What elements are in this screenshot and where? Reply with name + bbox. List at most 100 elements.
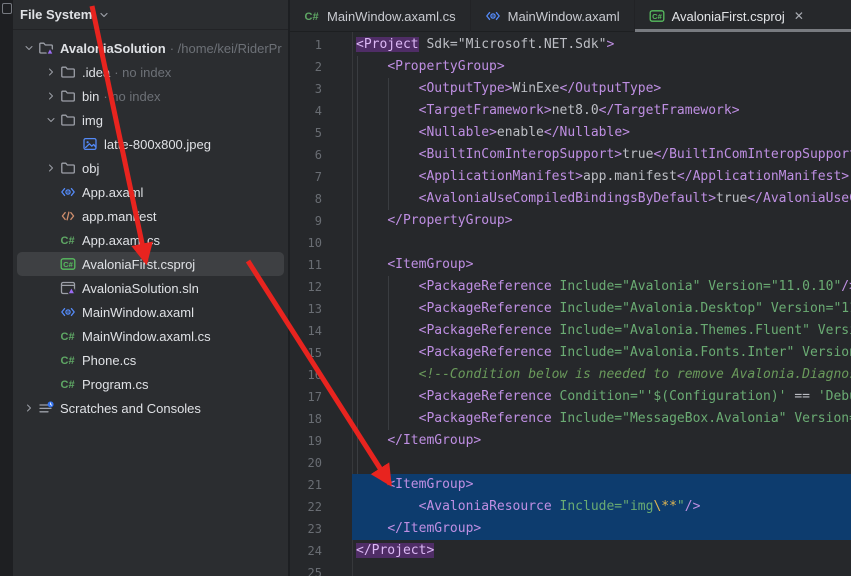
code-segment: [356, 81, 419, 96]
tree-item-label: AvaloniaSolution.sln: [82, 281, 199, 296]
line-number: 19: [290, 430, 352, 452]
chevron-down-icon[interactable]: [42, 114, 60, 126]
code-segment: Version="11.0.10": [818, 323, 851, 338]
code-segment: [356, 521, 387, 536]
code-segment: \**: [653, 499, 676, 514]
editor-pane: C# MainWindow.axaml.cs MainWindow.axaml …: [290, 0, 851, 576]
tree-row-scratches-and-consoles[interactable]: Scratches and Consoles: [17, 396, 284, 420]
tree-row-obj[interactable]: obj: [17, 156, 284, 180]
line-number: 12: [290, 276, 352, 298]
axaml-icon: [60, 304, 76, 320]
panel-title: File System: [20, 7, 92, 22]
code-segment: [356, 147, 419, 162]
code-line: 18 <PackageReference Include="MessageBox…: [290, 408, 851, 430]
tree-row-mainwindow-axaml[interactable]: MainWindow.axaml: [17, 300, 284, 324]
code-segment: Condition="'$(Configuration)': [560, 389, 787, 404]
tree-row-avaloniasolution-sln[interactable]: AvaloniaSolution.sln: [17, 276, 284, 300]
chevron-down-icon[interactable]: [20, 42, 38, 54]
code-segment: ": [677, 499, 685, 514]
tree-item-label: MainWindow.axaml: [82, 305, 194, 320]
code-segment: [356, 433, 387, 448]
code-segment: <PackageReference: [419, 411, 552, 426]
csproj-icon: C#: [60, 256, 76, 272]
tree-row-bin[interactable]: bin · no index: [17, 84, 284, 108]
close-icon[interactable]: ✕: [794, 9, 804, 23]
tab-mainwindow-axaml[interactable]: MainWindow.axaml: [471, 0, 635, 32]
chevron-down-icon[interactable]: [98, 9, 110, 21]
chevron-right-icon[interactable]: [20, 402, 38, 414]
line-number: 25: [290, 562, 352, 576]
code-line: 15 <PackageReference Include="Avalonia.F…: [290, 342, 851, 364]
svg-text:C#: C#: [61, 235, 75, 247]
tree-item-label: app.manifest: [82, 209, 156, 224]
tree-item-label: obj: [82, 161, 99, 176]
toolwindow-folder-icon[interactable]: [2, 3, 12, 14]
tree-row-img[interactable]: img: [17, 108, 284, 132]
toolwindow-stripe: [0, 0, 13, 576]
tree-row--idea[interactable]: .idea · no index: [17, 60, 284, 84]
code-segment: [356, 103, 419, 118]
line-number: 24: [290, 540, 352, 562]
code-line: 21 <ItemGroup>: [290, 474, 851, 496]
chevron-right-icon[interactable]: [42, 90, 60, 102]
code-segment: true: [716, 191, 747, 206]
tree-item-suffix: · no index: [103, 89, 160, 104]
tab-avaloniafirst-csproj[interactable]: C# AvaloniaFirst.csproj ✕: [635, 0, 851, 32]
line-number: 10: [290, 232, 352, 254]
code-segment: <PackageReference: [419, 345, 552, 360]
code-segment: Include="MessageBox.Avalonia": [560, 411, 787, 426]
code-segment: Include="Avalonia.Desktop": [560, 301, 764, 316]
code-segment: </ItemGroup>: [387, 433, 481, 448]
folder-icon: [60, 112, 76, 128]
code-segment: Include="Avalonia.Themes.Fluent": [560, 323, 810, 338]
tree-row-mainwindow-axaml-cs[interactable]: C# MainWindow.axaml.cs: [17, 324, 284, 348]
code-segment: [810, 323, 818, 338]
tree-row-app-manifest[interactable]: app.manifest: [17, 204, 284, 228]
tree-row-avaloniasolution[interactable]: AvaloniaSolution · /home/kei/RiderPr: [17, 36, 284, 60]
file-tree: AvaloniaSolution · /home/kei/RiderPr .id…: [13, 30, 288, 420]
tree-row-latte-800x800-jpeg[interactable]: latte-800x800.jpeg: [17, 132, 284, 156]
code-line: 7 <ApplicationManifest>app.manifest</App…: [290, 166, 851, 188]
code-line: 6 <BuiltInComInteropSupport>true</BuiltI…: [290, 144, 851, 166]
code-segment: [356, 191, 419, 206]
svg-text:C#: C#: [63, 260, 73, 269]
tree-item-label: App.axaml.cs: [82, 233, 160, 248]
code-segment: [552, 279, 560, 294]
svg-text:C#: C#: [61, 379, 75, 391]
tree-row-avaloniafirst-csproj[interactable]: C# AvaloniaFirst.csproj: [17, 252, 284, 276]
chevron-right-icon[interactable]: [42, 66, 60, 78]
code-segment: [356, 477, 387, 492]
tree-item-label: MainWindow.axaml.cs: [82, 329, 211, 344]
code-segment: [356, 125, 419, 140]
code-segment: WinExe: [513, 81, 560, 96]
code-line: 10: [290, 232, 851, 254]
code-line: 24 </Project>: [290, 540, 851, 562]
file-system-header[interactable]: File System: [13, 0, 288, 30]
code-line: 12 <PackageReference Include="Avalonia" …: [290, 276, 851, 298]
tree-row-program-cs[interactable]: C# Program.cs: [17, 372, 284, 396]
code-segment: <OutputType>: [419, 81, 513, 96]
tree-row-app-axaml-cs[interactable]: C# App.axaml.cs: [17, 228, 284, 252]
code-segment: </Nullable>: [544, 125, 630, 140]
tree-row-phone-cs[interactable]: C# Phone.cs: [17, 348, 284, 372]
code-segment: [356, 169, 419, 184]
tree-item-suffix: · /home/kei/RiderPr: [170, 41, 282, 56]
code-segment: </OutputType>: [560, 81, 662, 96]
tree-row-app-axaml[interactable]: App.axaml: [17, 180, 284, 204]
code-editor[interactable]: 1 <Project Sdk="Microsoft.NET.Sdk"> 2 <P…: [290, 32, 851, 576]
tree-item-label: Phone.cs: [82, 353, 136, 368]
code-segment: [356, 345, 419, 360]
code-segment: [356, 59, 387, 74]
code-segment: <ItemGroup>: [387, 477, 473, 492]
axaml-icon: [485, 8, 501, 24]
line-number: 17: [290, 386, 352, 408]
code-segment: [794, 345, 802, 360]
code-line: 5 <Nullable>enable</Nullable>: [290, 122, 851, 144]
tab-mainwindow-axaml-cs[interactable]: C# MainWindow.axaml.cs: [290, 0, 471, 32]
code-segment: />: [841, 279, 851, 294]
code-segment: <TargetFramework>: [419, 103, 552, 118]
chevron-right-icon[interactable]: [42, 162, 60, 174]
svg-text:C#: C#: [61, 331, 75, 343]
tab-label: MainWindow.axaml.cs: [327, 9, 456, 24]
code-segment: <BuiltInComInteropSupport>: [419, 147, 623, 162]
